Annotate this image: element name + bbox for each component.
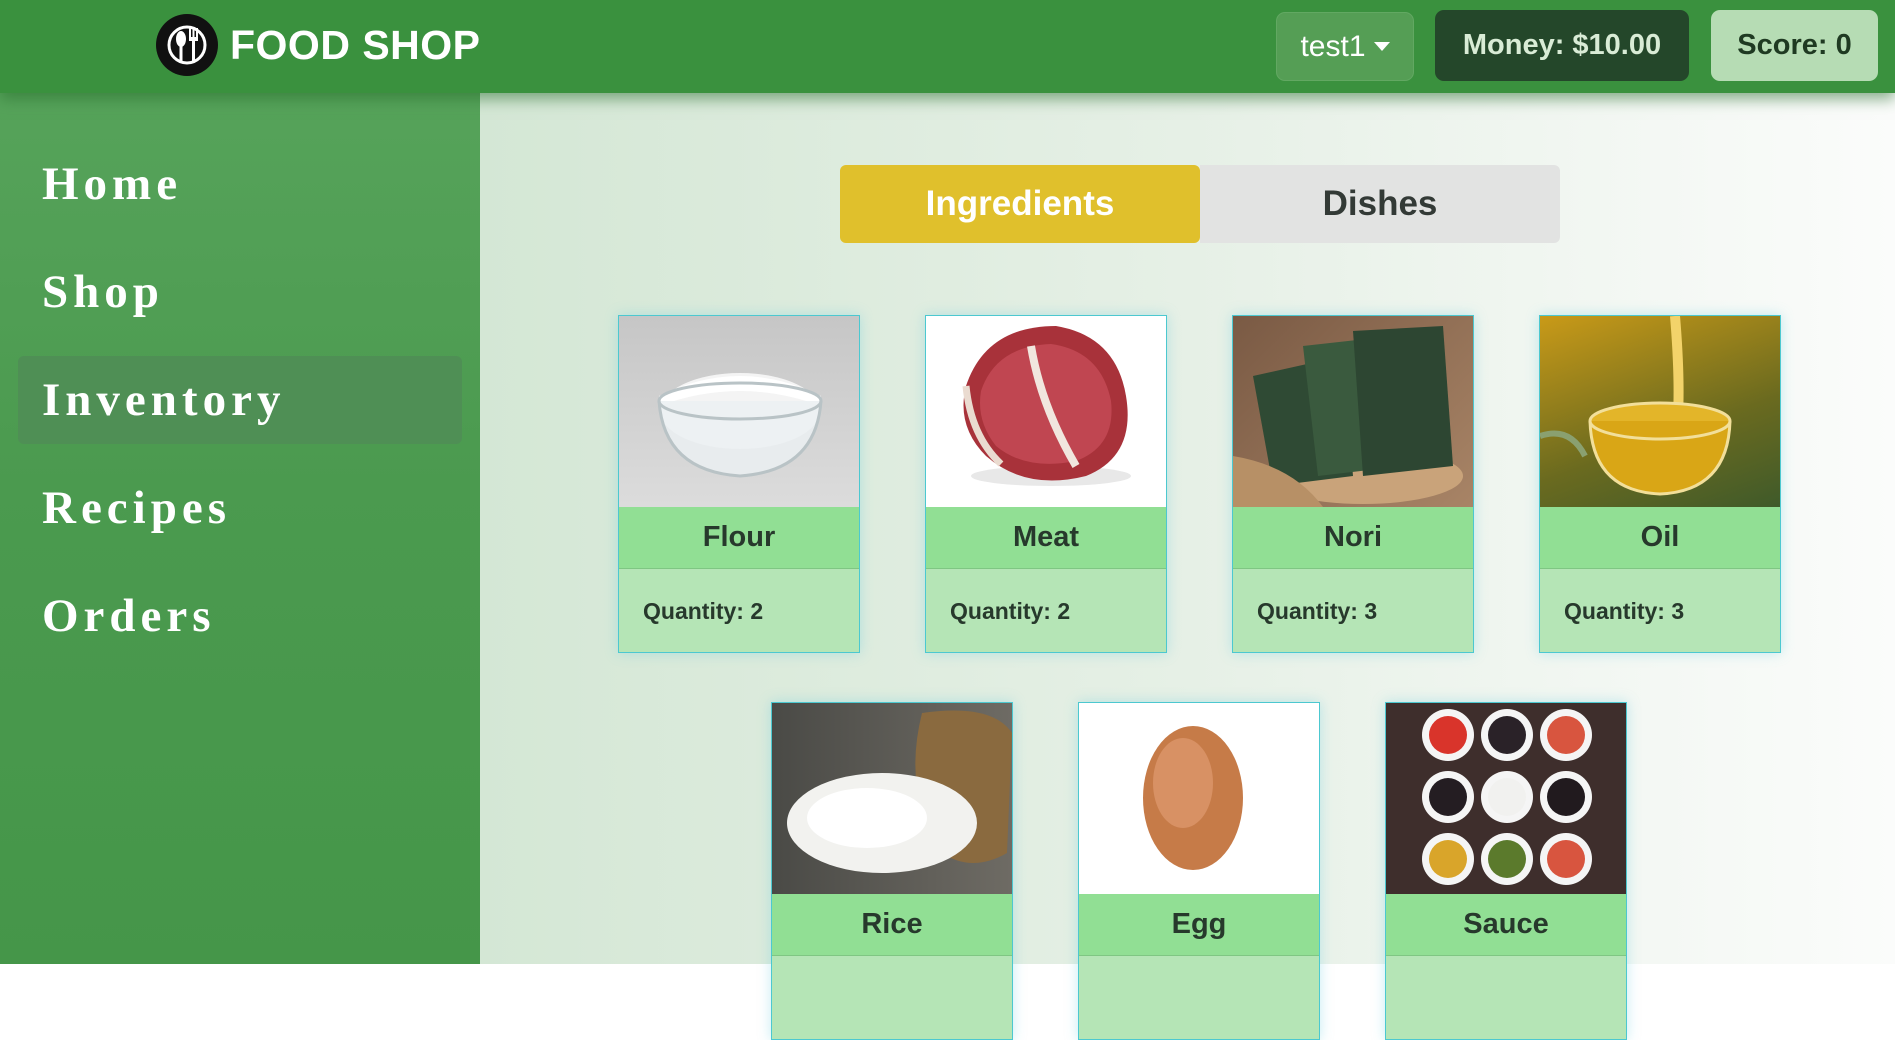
brand-name: FOOD SHOP — [230, 21, 481, 68]
ingredient-card-egg[interactable]: Egg — [1078, 702, 1320, 1040]
ingredient-card-sauce[interactable]: Sauce — [1385, 702, 1627, 1040]
ingredient-card-rice[interactable]: Rice — [771, 702, 1013, 1040]
sauce-image — [1386, 703, 1626, 894]
sidebar-item-orders[interactable]: Orders — [18, 572, 462, 660]
tab-ingredients[interactable]: Ingredients — [840, 165, 1200, 243]
ingredient-card-meat[interactable]: Meat Quantity: 2 — [925, 315, 1167, 653]
ingredient-quantity — [1079, 956, 1319, 1039]
ingredient-card-oil[interactable]: Oil Quantity: 3 — [1539, 315, 1781, 653]
egg-image — [1079, 703, 1319, 894]
sidebar-item-label: Recipes — [42, 482, 232, 534]
top-navbar: FOOD SHOP test1 Money: $10.00 Score: 0 — [0, 0, 1895, 93]
ingredient-name: Sauce — [1386, 894, 1626, 956]
brand[interactable]: FOOD SHOP — [156, 14, 481, 76]
caret-down-icon — [1373, 42, 1390, 51]
money-badge: Money: $10.00 — [1435, 10, 1689, 81]
ingredient-quantity: Quantity: 2 — [950, 597, 1071, 624]
ingredient-quantity: Quantity: 3 — [1257, 597, 1378, 624]
ingredient-name: Nori — [1233, 507, 1473, 569]
score-badge: Score: 0 — [1711, 10, 1878, 81]
rice-image — [772, 703, 1012, 894]
ingredient-quantity — [772, 956, 1012, 1039]
ingredient-quantity: Quantity: 3 — [1564, 597, 1685, 624]
ingredient-quantity: Quantity: 2 — [643, 597, 764, 624]
sidebar: Home Shop Inventory Recipes Orders — [0, 93, 480, 964]
sidebar-item-shop[interactable]: Shop — [18, 248, 462, 336]
sidebar-item-label: Shop — [42, 266, 164, 318]
sidebar-item-home[interactable]: Home — [18, 140, 462, 228]
user-dropdown[interactable]: test1 — [1276, 12, 1414, 81]
ingredient-name: Flour — [619, 507, 859, 569]
ingredient-name: Rice — [772, 894, 1012, 956]
ingredient-card-nori[interactable]: Nori Quantity: 3 — [1232, 315, 1474, 653]
fork-spoon-icon — [156, 14, 218, 76]
sidebar-item-label: Orders — [42, 590, 216, 642]
ingredient-card-flour[interactable]: Flour Quantity: 2 — [618, 315, 860, 653]
flour-image — [619, 316, 859, 507]
sidebar-item-inventory[interactable]: Inventory — [18, 356, 462, 444]
sidebar-item-recipes[interactable]: Recipes — [18, 464, 462, 552]
oil-image — [1540, 316, 1780, 507]
sidebar-item-label: Inventory — [42, 374, 286, 426]
ingredient-name: Oil — [1540, 507, 1780, 569]
meat-image — [926, 316, 1166, 507]
main-content: Ingredients Dishes Flour Quantity: 2 Mea… — [480, 93, 1895, 1040]
ingredient-quantity — [1386, 956, 1626, 1039]
ingredient-name: Meat — [926, 507, 1166, 569]
sidebar-item-label: Home — [42, 158, 183, 210]
nori-image — [1233, 316, 1473, 507]
tab-dishes[interactable]: Dishes — [1200, 165, 1560, 243]
ingredient-name: Egg — [1079, 894, 1319, 956]
user-name: test1 — [1300, 29, 1366, 63]
